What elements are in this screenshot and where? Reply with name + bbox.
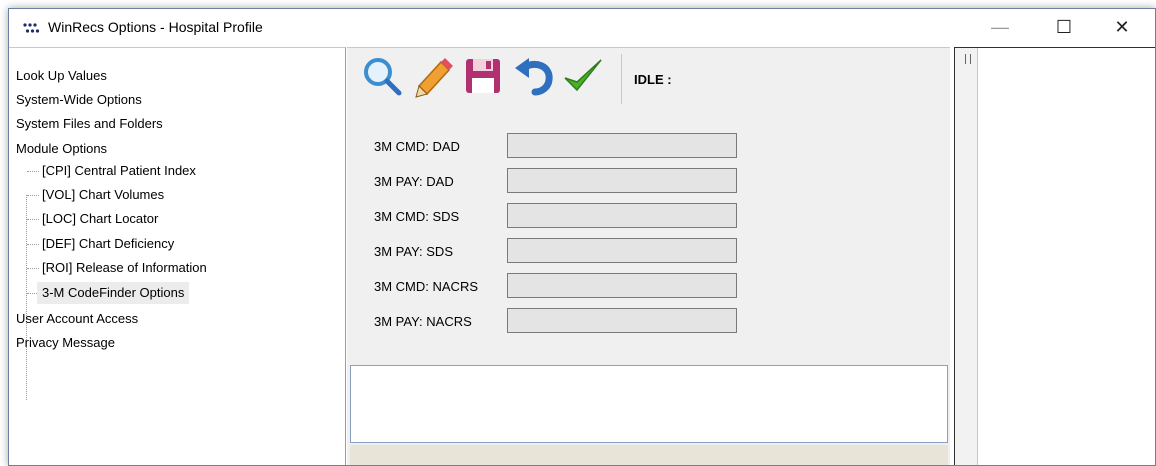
status-label: IDLE : <box>634 72 672 87</box>
tree-connector <box>27 268 39 269</box>
pay-dad-input[interactable] <box>507 168 737 193</box>
options-panel: IDLE : 3M CMD: DAD 3M PAY: DAD 3M CMD: S… <box>347 47 950 465</box>
tree-item-look-up-values[interactable]: Look Up Values <box>16 65 107 87</box>
notes-textarea[interactable] <box>350 365 948 443</box>
app-dots-icon <box>23 23 40 33</box>
splitter-grip-icon[interactable] <box>965 54 971 64</box>
tree-connector <box>27 244 39 245</box>
tree-connector <box>27 219 39 220</box>
tree-item-user-account-access[interactable]: User Account Access <box>16 308 138 330</box>
magnifier-icon[interactable] <box>361 54 405 98</box>
floppy-disk-icon[interactable] <box>461 54 505 98</box>
pay-sds-input[interactable] <box>507 238 737 263</box>
tree-item-cpi[interactable]: [CPI] Central Patient Index <box>42 160 196 182</box>
close-button[interactable]: ✕ <box>1099 9 1145 47</box>
cmd-nacrs-input[interactable] <box>507 273 737 298</box>
title-bar[interactable]: WinRecs Options - Hospital Profile — ☐ ✕ <box>9 9 1155 47</box>
right-pane <box>954 47 1155 465</box>
pencil-icon[interactable] <box>411 54 455 98</box>
bottom-strip <box>350 445 948 465</box>
window-title: WinRecs Options - Hospital Profile <box>48 19 263 35</box>
tree-item-3m-codefinder[interactable]: 3-M CodeFinder Options <box>37 282 190 304</box>
tree-item-loc[interactable]: [LOC] Chart Locator <box>42 208 158 230</box>
tree-connector <box>27 195 39 196</box>
maximize-button[interactable]: ☐ <box>1041 9 1087 47</box>
options-tree: Look Up Values System-Wide Options Syste… <box>9 47 346 465</box>
field-label-pay-sds: 3M PAY: SDS <box>374 244 453 259</box>
tree-item-privacy-message[interactable]: Privacy Message <box>16 332 115 354</box>
tree-connector <box>26 195 27 400</box>
tree-item-system-wide-options[interactable]: System-Wide Options <box>16 89 142 111</box>
tree-item-roi[interactable]: [ROI] Release of Information <box>42 257 207 279</box>
pay-nacrs-input[interactable] <box>507 308 737 333</box>
field-label-pay-nacrs: 3M PAY: NACRS <box>374 314 472 329</box>
cmd-sds-input[interactable] <box>507 203 737 228</box>
field-label-cmd-nacrs: 3M CMD: NACRS <box>374 279 479 294</box>
vertical-scrollbar[interactable] <box>955 48 978 465</box>
tree-item-system-files-folders[interactable]: System Files and Folders <box>16 113 163 135</box>
field-label-pay-dad: 3M PAY: DAD <box>374 174 454 189</box>
tree-item-vol[interactable]: [VOL] Chart Volumes <box>42 184 164 206</box>
tree-item-module-options[interactable]: Module Options <box>16 138 107 160</box>
tree-item-def[interactable]: [DEF] Chart Deficiency <box>42 233 174 255</box>
field-label-cmd-sds: 3M CMD: SDS <box>374 209 460 224</box>
minimize-button[interactable]: — <box>977 9 1023 47</box>
checkmark-icon[interactable] <box>561 54 605 98</box>
tree-connector <box>27 171 39 172</box>
toolbar-separator <box>621 54 622 104</box>
options-window: WinRecs Options - Hospital Profile — ☐ ✕… <box>8 8 1156 466</box>
field-label-cmd-dad: 3M CMD: DAD <box>374 139 460 154</box>
cmd-dad-input[interactable] <box>507 133 737 158</box>
undo-arrow-icon[interactable] <box>511 54 555 98</box>
